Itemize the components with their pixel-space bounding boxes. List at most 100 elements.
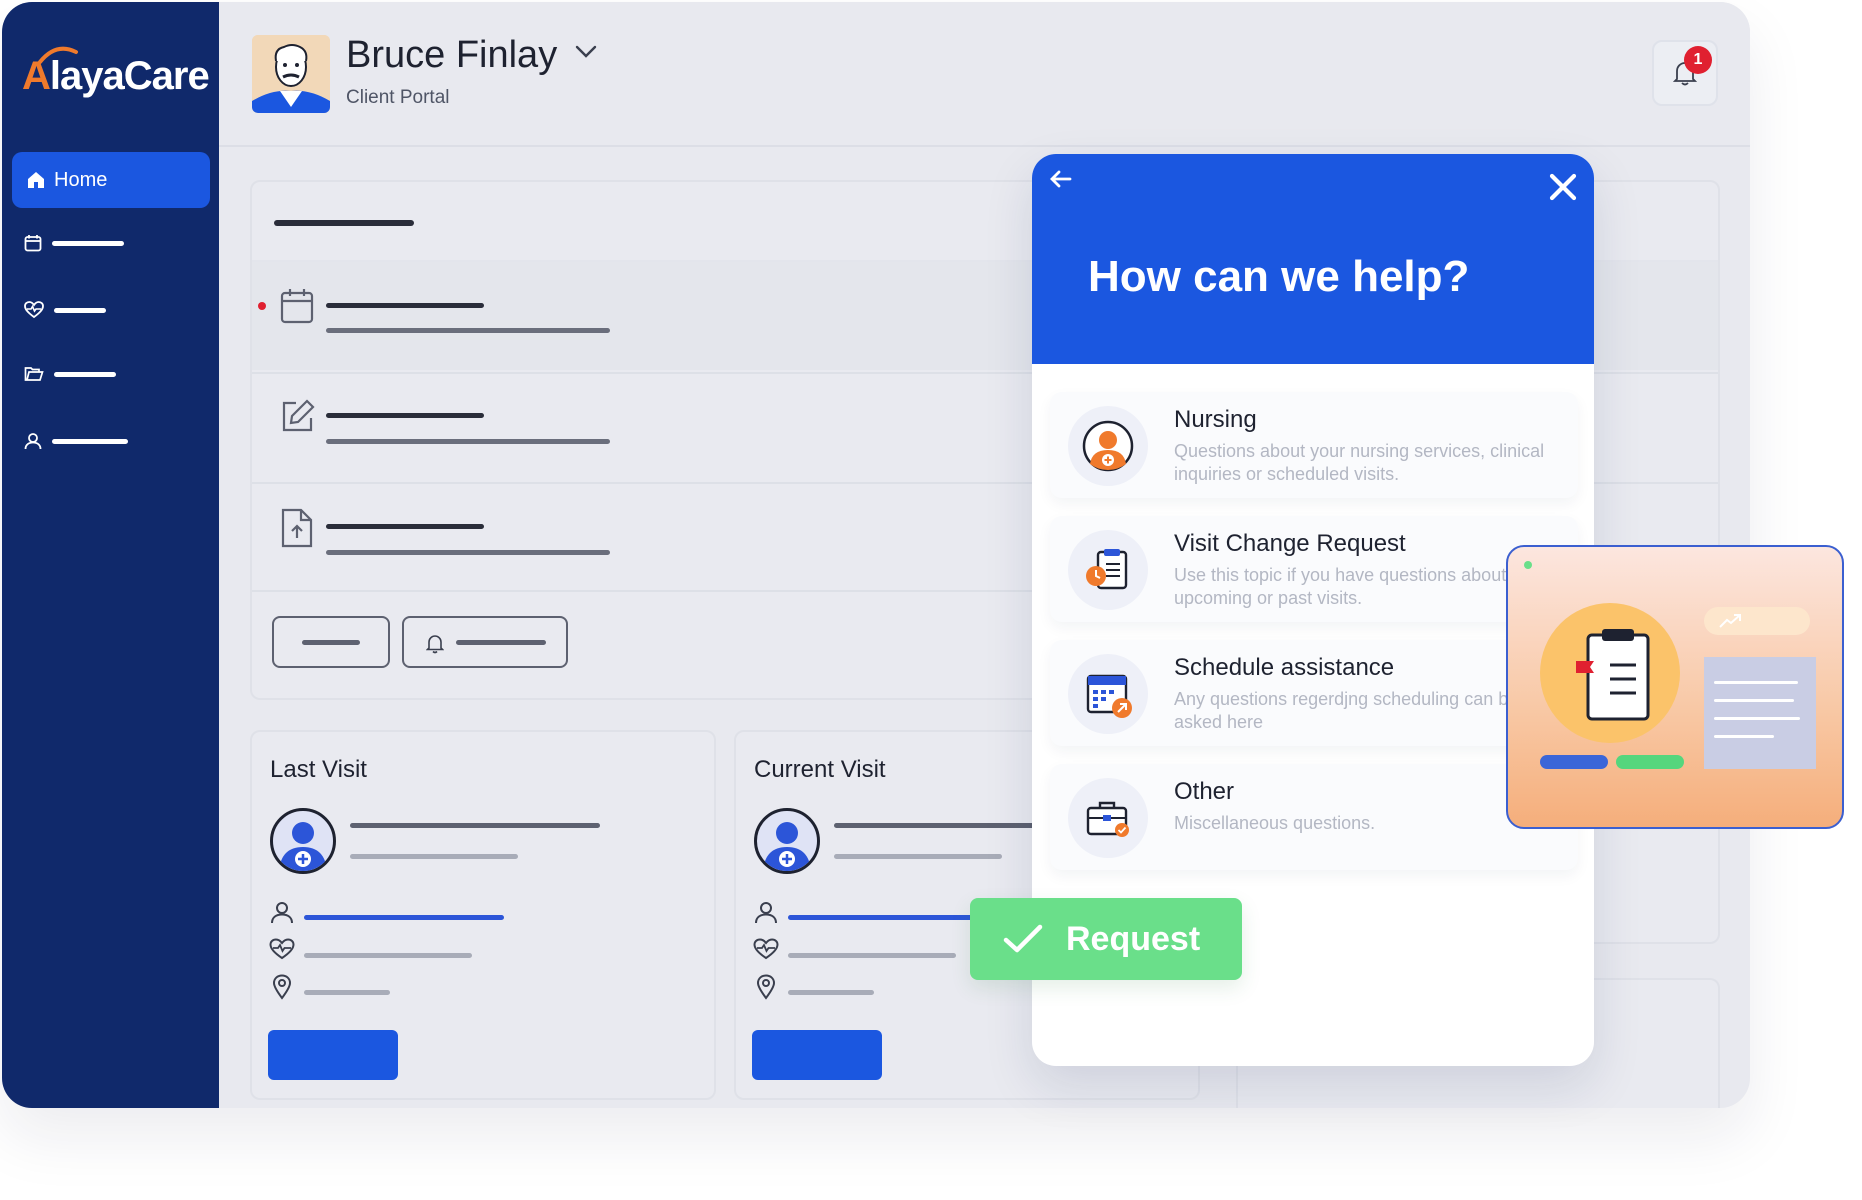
topic-description: Questions about your nursing services, c…	[1174, 441, 1545, 484]
task-subtitle-placeholder	[326, 328, 610, 333]
user-icon	[755, 902, 777, 924]
nurse-icon	[1068, 406, 1148, 486]
clipboard-illustration	[1506, 545, 1844, 829]
logo-swoosh-icon	[38, 46, 78, 64]
visit-detail-placeholder	[350, 854, 518, 859]
sidebar-item-health[interactable]	[24, 301, 106, 319]
clipboard-clock-illustration	[1086, 549, 1128, 590]
reminder-button[interactable]	[402, 616, 568, 668]
sidebar-item-home-label: Home	[54, 168, 108, 191]
home-icon	[28, 172, 44, 188]
help-modal-header: How can we help?	[1032, 154, 1594, 364]
calendar-icon	[280, 289, 314, 324]
doc-line	[1714, 717, 1800, 720]
briefcase-illustration	[1086, 801, 1129, 837]
request-button-label: Request	[1066, 919, 1201, 958]
document-preview	[1704, 657, 1816, 769]
sidebar-item-documents[interactable]	[24, 366, 116, 382]
calendar-icon	[24, 235, 42, 252]
user-icon	[271, 902, 293, 924]
sidebar-item-profile[interactable]	[24, 432, 128, 450]
last-visit-title: Last Visit	[270, 756, 367, 783]
clipboard-clock-icon	[1068, 530, 1148, 610]
caregiver-name-placeholder	[788, 915, 988, 920]
topic-description: Miscellaneous questions.	[1174, 813, 1376, 833]
location-placeholder	[788, 990, 874, 995]
doc-line	[1714, 699, 1794, 702]
topic-title: Visit Change Request	[1174, 530, 1406, 557]
chevron-down-icon[interactable]	[575, 45, 597, 59]
current-visit-action-button[interactable]	[752, 1030, 882, 1080]
last-visit-card: Last Visit	[250, 730, 716, 1100]
file-upload-icon	[281, 508, 313, 548]
portal-label: Client Portal	[346, 87, 450, 108]
calendar-arrow-illustration	[1086, 674, 1132, 718]
caregiver-avatar	[754, 808, 820, 874]
request-button[interactable]: Request	[970, 898, 1242, 980]
caregiver-name-placeholder	[304, 915, 504, 920]
progress-pill-green	[1616, 755, 1684, 769]
sidebar-item-placeholder	[54, 371, 116, 377]
sidebar-item-placeholder	[52, 438, 128, 444]
heartbeat-icon	[753, 938, 779, 960]
topic-description: Use this topic if you have questions abo…	[1174, 565, 1507, 608]
visit-name-placeholder	[350, 823, 600, 828]
progress-pill-blue	[1540, 755, 1608, 769]
sidebar: AlayaCare Home	[2, 2, 219, 1108]
button-label-placeholder	[456, 640, 546, 645]
sidebar-item-home[interactable]: Home	[12, 152, 210, 208]
help-modal-title: How can we help?	[1088, 252, 1470, 301]
topic-title: Schedule assistance	[1174, 654, 1395, 681]
card-heading-placeholder	[274, 220, 414, 226]
unread-dot	[258, 302, 266, 310]
trend-pill	[1704, 607, 1810, 635]
location-placeholder	[304, 990, 390, 995]
nurse-illustration	[1082, 420, 1134, 472]
last-visit-action-button[interactable]	[268, 1030, 398, 1080]
button-label-placeholder	[302, 640, 360, 645]
user-icon	[24, 433, 42, 450]
task-title-placeholder	[326, 524, 484, 529]
status-dot	[1524, 561, 1532, 569]
topic-visit-change-request[interactable]: Visit Change Request Use this topic if y…	[1050, 516, 1578, 622]
topic-schedule-assistance[interactable]: Schedule assistance Any questions regerd…	[1050, 640, 1578, 746]
user-avatar[interactable]	[252, 35, 330, 113]
location-pin-icon	[272, 974, 292, 1000]
clipboard-flag-icon	[1576, 629, 1650, 721]
sidebar-item-calendar[interactable]	[24, 234, 124, 252]
caregiver-avatar	[270, 808, 336, 874]
caregiver-icon	[279, 822, 327, 871]
task-title-placeholder	[326, 303, 484, 308]
folder-icon	[24, 367, 44, 381]
heartbeat-icon	[24, 301, 44, 319]
service-placeholder	[304, 953, 472, 958]
close-icon[interactable]	[1548, 172, 1578, 202]
doc-line	[1714, 735, 1774, 738]
doc-line	[1714, 681, 1798, 684]
task-subtitle-placeholder	[326, 550, 610, 555]
topic-nursing[interactable]: Nursing Questions about your nursing ser…	[1050, 392, 1578, 498]
sidebar-item-placeholder	[52, 240, 124, 246]
calendar-arrow-icon	[1068, 654, 1148, 734]
briefcase-icon	[1068, 778, 1148, 858]
notification-badge: 1	[1684, 46, 1712, 74]
visit-detail-placeholder	[834, 854, 1002, 859]
sidebar-item-placeholder	[54, 307, 106, 313]
task-title-placeholder	[326, 413, 484, 418]
location-pin-icon	[756, 974, 776, 1000]
secondary-button[interactable]	[272, 616, 390, 668]
current-visit-title: Current Visit	[754, 756, 886, 783]
topic-description: Any questions regerdjng scheduling can b…	[1174, 689, 1519, 732]
back-arrow-icon[interactable]	[1048, 168, 1074, 190]
avatar-illustration	[252, 35, 330, 113]
edit-icon	[282, 399, 315, 432]
checkmark-icon	[1003, 924, 1043, 953]
task-subtitle-placeholder	[326, 439, 610, 444]
user-name[interactable]: Bruce Finlay	[346, 34, 557, 77]
topic-other[interactable]: Other Miscellaneous questions.	[1050, 764, 1578, 870]
topic-title: Nursing	[1174, 406, 1257, 433]
trend-up-icon	[1719, 614, 1741, 628]
topic-title: Other	[1174, 778, 1235, 805]
heartbeat-icon	[269, 938, 295, 960]
bell-icon	[426, 635, 444, 654]
